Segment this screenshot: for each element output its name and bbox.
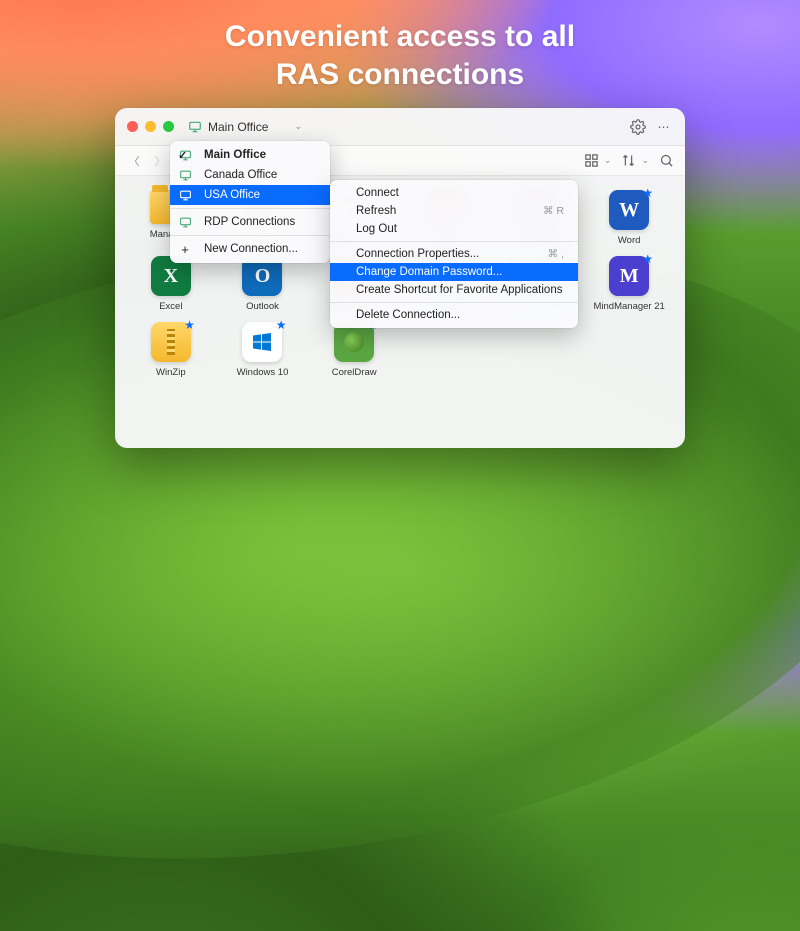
connection-menu-item[interactable]: ✓Main Office [170, 145, 330, 165]
app-icon: ★ [151, 322, 191, 362]
app-label: Word [618, 235, 641, 246]
app-label: Windows 10 [237, 367, 289, 378]
connection-selector[interactable]: Main Office ⌄ [188, 120, 302, 134]
monitor-icon [178, 215, 192, 229]
context-menu-item[interactable]: Change Domain Password... [330, 263, 578, 281]
context-menu-item[interactable]: Delete Connection... [330, 306, 578, 324]
favorite-star-icon: ★ [642, 252, 653, 266]
app-label: Outlook [246, 301, 279, 312]
app-label: CorelDraw [332, 367, 377, 378]
marketing-headline: Convenient access to all RAS connections [0, 18, 800, 93]
search-button[interactable] [659, 153, 675, 169]
app-icon: M★ [609, 256, 649, 296]
minimize-button[interactable] [145, 121, 156, 132]
favorite-star-icon: ★ [276, 318, 287, 332]
connection-menu: ✓Main OfficeCanada OfficeUSA Office RDP C… [170, 141, 330, 263]
connection-menu-item[interactable]: Canada Office [170, 165, 330, 185]
context-menu-item[interactable]: Create Shortcut for Favorite Application… [330, 281, 578, 299]
context-menu-item[interactable]: Refresh⌘ R [330, 202, 578, 220]
app-icon: W★ [609, 190, 649, 230]
settings-button[interactable] [629, 118, 647, 136]
app-item[interactable]: W★ Word [585, 190, 673, 246]
connection-menu-item[interactable]: RDP Connections [170, 212, 330, 232]
app-label: Excel [159, 301, 182, 312]
app-label: MindManager 21 [594, 301, 665, 312]
more-button[interactable]: ⋯ [655, 118, 673, 136]
app-icon: ★ [334, 322, 374, 362]
shortcut-label: ⌘ R [523, 205, 564, 217]
checkmark-icon: ✓ [178, 149, 187, 162]
context-menu-item[interactable]: Connect [330, 184, 578, 202]
sort-button[interactable] [621, 153, 637, 169]
context-menu-item[interactable]: Log Out [330, 220, 578, 238]
app-item[interactable]: O★Outlook [219, 256, 307, 312]
back-button[interactable]: 〈 [125, 152, 143, 170]
forward-button[interactable]: 〉 [151, 152, 169, 170]
shortcut-label: ⌘ , [528, 248, 564, 260]
chevron-down-icon: ⌄ [294, 121, 302, 132]
app-item[interactable]: M★ MindManager 21 [585, 256, 673, 312]
connection-menu-item[interactable]: USA Office [170, 185, 330, 205]
favorite-star-icon: ★ [184, 318, 195, 332]
favorite-star-icon: ★ [642, 186, 653, 200]
monitor-icon [178, 188, 192, 202]
monitor-icon [188, 120, 202, 134]
app-item[interactable]: ★ Windows 10 [219, 322, 307, 378]
monitor-icon [178, 168, 192, 182]
connection-menu-item[interactable]: +New Connection... [170, 239, 330, 259]
app-item[interactable]: ★ WinZip [127, 322, 215, 378]
window-controls [127, 121, 174, 132]
app-window: Main Office ⌄ ⋯ 〈 〉 Favorit 〉 All ⌄ ⌄ Ma… [115, 108, 685, 448]
context-menu: ConnectRefresh⌘ RLog Out Connection Prope… [330, 180, 578, 328]
zoom-button[interactable] [163, 121, 174, 132]
context-menu-item[interactable]: Connection Properties...⌘ , [330, 245, 578, 263]
plus-icon: + [178, 242, 192, 256]
app-icon: ★ [242, 322, 282, 362]
app-label: WinZip [156, 367, 186, 378]
grid-view-button[interactable] [584, 153, 600, 169]
app-item[interactable]: ★ CorelDraw [310, 322, 398, 378]
app-item[interactable]: X★Excel [127, 256, 215, 312]
window-title: Main Office [208, 120, 268, 134]
close-button[interactable] [127, 121, 138, 132]
